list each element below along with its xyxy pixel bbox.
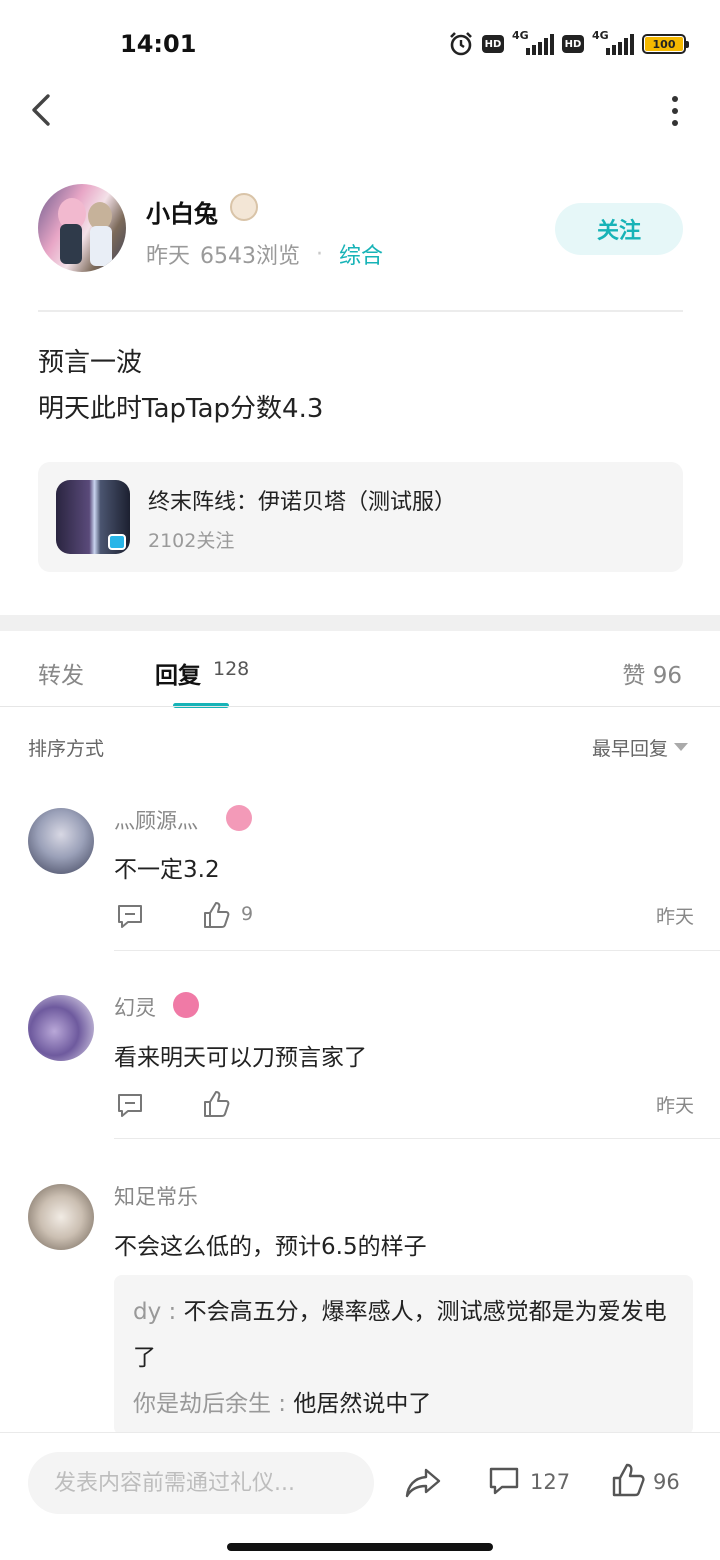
status-time: 14:01 bbox=[120, 30, 197, 58]
home-indicator[interactable] bbox=[227, 1543, 493, 1551]
divider bbox=[114, 950, 720, 951]
sub-reply-text: 他居然说中了 bbox=[293, 1391, 432, 1417]
comment-button[interactable]: 127 bbox=[488, 1464, 578, 1500]
author-avatar[interactable] bbox=[38, 184, 126, 272]
back-arrow-icon[interactable] bbox=[26, 92, 56, 128]
thumbs-up-icon bbox=[612, 1463, 645, 1497]
tab-reply[interactable]: 回复 bbox=[155, 656, 201, 690]
commenter-avatar[interactable] bbox=[28, 1184, 94, 1250]
author-name[interactable]: 小白兔 bbox=[146, 194, 218, 229]
game-follower-count: 2102关注 bbox=[148, 530, 235, 552]
sub-reply-name[interactable]: dy bbox=[133, 1299, 161, 1325]
bottom-action-bar: 127 96 bbox=[0, 1432, 720, 1532]
thumbs-up-icon[interactable] bbox=[202, 900, 230, 930]
section-separator bbox=[0, 615, 720, 631]
game-icon bbox=[56, 480, 130, 554]
comment-time: 昨天 bbox=[655, 906, 694, 928]
post-content: 预言一波 明天此时TapTap分数4.3 bbox=[38, 340, 323, 432]
comment-input[interactable] bbox=[28, 1452, 374, 1514]
commenter-name[interactable]: 幻灵 bbox=[114, 992, 156, 1022]
post-line: 明天此时TapTap分数4.3 bbox=[38, 394, 324, 424]
signal-icon: 4G bbox=[512, 29, 554, 55]
sort-dropdown[interactable]: 最早回复 bbox=[592, 734, 668, 761]
signal-icon: 4G bbox=[592, 29, 634, 55]
post-category[interactable]: 综合 bbox=[339, 238, 383, 270]
view-count: 6543浏览 bbox=[200, 244, 301, 269]
comment-text: 不一定3.2 bbox=[114, 857, 220, 883]
divider bbox=[0, 706, 720, 707]
comment-time: 昨天 bbox=[655, 1095, 694, 1117]
hd-icon: HD bbox=[482, 35, 504, 53]
comment-count: 127 bbox=[530, 1470, 571, 1494]
post-time: 昨天 bbox=[146, 244, 191, 269]
tv-icon bbox=[108, 534, 126, 550]
commenter-avatar[interactable] bbox=[28, 995, 94, 1061]
status-icons: HD 4G HD 4G 100 bbox=[448, 29, 689, 58]
divider bbox=[38, 310, 683, 312]
sort-label: 排序方式 bbox=[28, 738, 105, 760]
commenter-name[interactable]: 知足常乐 bbox=[114, 1181, 198, 1211]
level-badge-icon bbox=[226, 805, 252, 831]
follow-button[interactable]: 关注 bbox=[555, 203, 683, 255]
battery-level: 100 bbox=[645, 37, 683, 51]
commenter-avatar[interactable] bbox=[28, 808, 94, 874]
separator-dot: · bbox=[316, 241, 324, 267]
comment-text: 看来明天可以刀预言家了 bbox=[114, 1045, 367, 1071]
like-count: 9 bbox=[241, 903, 254, 925]
share-icon[interactable] bbox=[404, 1466, 442, 1500]
commenter-name[interactable]: 灬顾源灬 bbox=[114, 805, 198, 835]
reply-icon[interactable] bbox=[116, 1091, 144, 1119]
tab-forward[interactable]: 转发 bbox=[38, 656, 84, 690]
alarm-icon bbox=[450, 32, 472, 56]
tab-like[interactable]: 赞 96 bbox=[622, 656, 682, 690]
author-meta: 昨天 6543浏览 · 综合 bbox=[146, 238, 383, 270]
sub-replies[interactable]: dy : 不会高五分，爆率感人，测试感觉都是为爱发电了 你是劫后余生 : 他居然… bbox=[114, 1275, 693, 1435]
level-badge-icon bbox=[173, 992, 199, 1018]
game-card[interactable]: 终末阵线：伊诺贝塔（测试服） 2102关注 bbox=[38, 462, 683, 572]
comment-actions: 昨天 bbox=[114, 1089, 694, 1121]
thumbs-up-icon[interactable] bbox=[202, 1089, 230, 1119]
battery-icon: 100 bbox=[642, 34, 689, 54]
reply-icon[interactable] bbox=[116, 902, 144, 930]
more-options-icon[interactable] bbox=[668, 96, 682, 126]
like-count: 96 bbox=[653, 1470, 680, 1494]
sub-reply: 你是劫后余生 : 他居然说中了 bbox=[133, 1391, 432, 1417]
like-button[interactable]: 96 bbox=[611, 1462, 691, 1502]
reply-count: 128 bbox=[213, 658, 250, 680]
hd-icon: HD bbox=[562, 35, 584, 53]
status-bar: 14:01 HD 4G HD 4G 100 bbox=[0, 0, 720, 86]
comment-actions: 9 昨天 bbox=[114, 900, 694, 932]
post-line: 预言一波 bbox=[38, 348, 143, 378]
sub-reply-text: 不会高五分，爆率感人，测试感觉都是为爱发电了 bbox=[133, 1299, 667, 1371]
comment-icon bbox=[489, 1467, 519, 1495]
caret-down-icon[interactable] bbox=[674, 743, 688, 751]
sub-reply-name[interactable]: 你是劫后余生 bbox=[133, 1391, 271, 1417]
author-badge-icon bbox=[230, 193, 258, 221]
game-title: 终末阵线：伊诺贝塔（测试服） bbox=[148, 490, 457, 515]
sub-reply: dy : 不会高五分，爆率感人，测试感觉都是为爱发电了 bbox=[133, 1299, 667, 1371]
comment-text: 不会这么低的，预计6.5的样子 bbox=[114, 1234, 427, 1260]
divider bbox=[114, 1138, 720, 1139]
